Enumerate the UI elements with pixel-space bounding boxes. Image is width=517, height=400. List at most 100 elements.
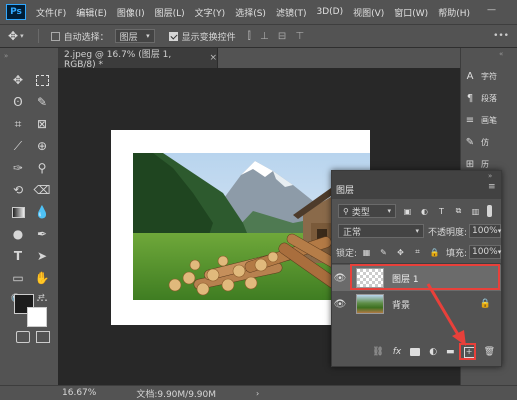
lasso-tool-icon[interactable]: ʘ bbox=[8, 92, 28, 112]
dock-clone-label: 仿 bbox=[481, 137, 489, 147]
minimize-button[interactable]: — bbox=[487, 5, 496, 15]
status-bar: 16.67% 文档:9.90M/9.90M › bbox=[0, 385, 517, 400]
document-size-info[interactable]: 文档:9.90M/9.90M bbox=[136, 387, 216, 400]
history-icon: ⊞ bbox=[465, 158, 475, 170]
zoom-level[interactable]: 16.67% bbox=[62, 388, 96, 398]
dock-paragraph-label: 段落 bbox=[481, 93, 497, 103]
menu-file[interactable]: 文件(F) bbox=[36, 6, 66, 19]
menu-type[interactable]: 文字(Y) bbox=[195, 6, 226, 19]
menu-edit[interactable]: 编辑(E) bbox=[76, 6, 107, 19]
lock-image-icon[interactable]: ✎ bbox=[378, 247, 389, 258]
blur-tool-icon[interactable]: 💧 bbox=[32, 202, 52, 222]
brush-tool-icon[interactable]: ✑ bbox=[8, 158, 28, 178]
blend-mode-dropdown[interactable]: 正常 ▾ bbox=[338, 224, 424, 238]
type-tool-icon[interactable]: T bbox=[8, 246, 28, 266]
chevron-down-icon: ▾ bbox=[497, 248, 502, 256]
eyedropper-tool-icon[interactable]: ⟋ bbox=[8, 136, 28, 156]
screen-mode-icon[interactable] bbox=[36, 331, 50, 343]
quick-mask-icon[interactable] bbox=[16, 331, 30, 343]
dock-collapse-icon[interactable]: « bbox=[499, 50, 503, 58]
spot-heal-tool-icon[interactable]: ⊕ bbox=[32, 136, 52, 156]
menu-window[interactable]: 窗口(W) bbox=[394, 6, 428, 19]
more-options-icon[interactable]: ••• bbox=[493, 31, 509, 41]
visibility-eye-icon[interactable]: 👁 bbox=[332, 273, 348, 284]
menu-3d[interactable]: 3D(D) bbox=[316, 7, 343, 17]
layer-thumbnail bbox=[356, 294, 384, 314]
filter-kind-value: 类型 bbox=[351, 207, 370, 218]
dock-brush-label: 画笔 bbox=[481, 115, 497, 125]
tool-preset-chevron-icon[interactable]: ▾ bbox=[20, 32, 24, 40]
adjustment-filter-icon[interactable]: ◐ bbox=[419, 206, 430, 217]
move-tool-icon[interactable]: ✥ bbox=[8, 29, 18, 43]
dodge-tool-icon[interactable]: ● bbox=[8, 224, 28, 244]
trash-icon[interactable]: 🗑 bbox=[484, 347, 495, 357]
frame-tool-icon[interactable]: ⊠ bbox=[32, 114, 52, 134]
filter-kind-dropdown[interactable]: ⚲ 类型 ▾ bbox=[338, 204, 396, 218]
lock-all-icon[interactable]: 🔒 bbox=[429, 247, 440, 258]
menu-layer[interactable]: 图层(L) bbox=[155, 6, 185, 19]
dock-clone[interactable]: ✎ 仿 bbox=[463, 132, 517, 152]
opacity-field[interactable]: 100% ▾ bbox=[469, 224, 501, 238]
layers-panel-title[interactable]: 图层 bbox=[336, 183, 354, 196]
type-filter-icon[interactable]: T bbox=[436, 206, 447, 217]
lock-position-icon[interactable]: ✥ bbox=[395, 247, 406, 258]
fill-label: 填充: bbox=[445, 248, 467, 259]
align-icons[interactable]: ⫿ ⊥ ⊟ ⊤ bbox=[248, 31, 308, 42]
visibility-eye-icon[interactable]: 👁 bbox=[332, 299, 348, 310]
menu-image[interactable]: 图像(I) bbox=[117, 6, 145, 19]
swap-colors-icon[interactable]: ⇄ bbox=[38, 292, 45, 301]
gradient-tool-icon[interactable] bbox=[8, 202, 28, 222]
status-menu-chevron-icon[interactable]: › bbox=[256, 389, 259, 398]
menu-help[interactable]: 帮助(H) bbox=[438, 6, 470, 19]
marquee-tool-icon[interactable] bbox=[32, 70, 52, 90]
menu-filter[interactable]: 滤镜(T) bbox=[276, 6, 307, 19]
chevron-down-icon: ▾ bbox=[497, 227, 502, 235]
history-brush-tool-icon[interactable]: ⟲ bbox=[8, 180, 28, 200]
paragraph-icon: ¶ bbox=[466, 92, 474, 104]
panel-collapse-icon[interactable]: » bbox=[488, 172, 492, 180]
clone-source-icon: ✎ bbox=[465, 136, 475, 148]
blend-row: 正常 ▾ 不透明度: 100% ▾ bbox=[332, 222, 501, 240]
link-layers-icon[interactable]: ⛓ bbox=[372, 347, 383, 357]
crop-tool-icon[interactable]: ⌗ bbox=[8, 114, 28, 134]
move-tool-icon[interactable]: ✥ bbox=[8, 70, 28, 90]
toolbar-collapse-icon[interactable]: » bbox=[4, 52, 8, 60]
show-transform-checkbox[interactable] bbox=[168, 31, 178, 41]
lock-artboard-icon[interactable]: ⌗ bbox=[412, 247, 423, 258]
annotation-arrow bbox=[426, 283, 466, 346]
eraser-tool-icon[interactable]: ⌫ bbox=[32, 180, 52, 200]
menu-view[interactable]: 视图(V) bbox=[353, 6, 384, 19]
show-transform-label: 显示变换控件 bbox=[181, 32, 236, 43]
blend-mode-value: 正常 bbox=[343, 227, 362, 238]
panel-menu-icon[interactable]: ≡ bbox=[488, 182, 496, 192]
pen-tool-icon[interactable]: ✒ bbox=[32, 224, 52, 244]
character-icon: A bbox=[466, 70, 474, 82]
menu-select[interactable]: 选择(S) bbox=[235, 6, 266, 19]
lock-transparent-icon[interactable]: ▦ bbox=[361, 247, 372, 258]
dock-paragraph[interactable]: ¶ 段落 bbox=[463, 88, 517, 108]
quick-select-tool-icon[interactable]: ✎ bbox=[32, 92, 52, 112]
dock-character[interactable]: A 字符 bbox=[463, 66, 517, 86]
lock-icon[interactable]: 🔒 bbox=[480, 299, 491, 309]
layer-filter-row: ⚲ 类型 ▾ ▣ ◐ T ⧉ ▥ bbox=[332, 202, 501, 220]
search-icon: ⚲ bbox=[343, 206, 349, 216]
fill-value: 100% bbox=[471, 247, 498, 257]
document-tab[interactable]: 2.jpeg @ 16.7% (图层 1, RGB/8) * × bbox=[58, 48, 218, 70]
hand-tool-icon[interactable]: ✋ bbox=[32, 268, 52, 288]
pixel-filter-icon[interactable]: ▣ bbox=[402, 206, 413, 217]
stamp-tool-icon[interactable]: ⚲ bbox=[32, 158, 52, 178]
dock-brush[interactable]: ≡ 画笔 bbox=[463, 110, 517, 130]
close-icon[interactable]: × bbox=[209, 53, 217, 63]
smart-object-filter-icon[interactable]: ▥ bbox=[470, 206, 481, 217]
filter-toggle[interactable] bbox=[487, 205, 492, 217]
shape-filter-icon[interactable]: ⧉ bbox=[453, 206, 464, 217]
auto-select-checkbox[interactable] bbox=[50, 31, 60, 41]
document-tab-title: 2.jpeg @ 16.7% (图层 1, RGB/8) * bbox=[64, 49, 172, 70]
layers-panel-header: » 图层 ≡ bbox=[332, 171, 501, 199]
fill-field[interactable]: 100% ▾ bbox=[468, 245, 502, 259]
path-select-tool-icon[interactable]: ➤ bbox=[32, 246, 52, 266]
background-color-swatch[interactable] bbox=[27, 307, 47, 327]
auto-select-target-dropdown[interactable]: 图层 ▾ bbox=[114, 29, 155, 43]
dock-history-label: 历 bbox=[481, 159, 489, 169]
shape-tool-icon[interactable]: ▭ bbox=[8, 268, 28, 288]
